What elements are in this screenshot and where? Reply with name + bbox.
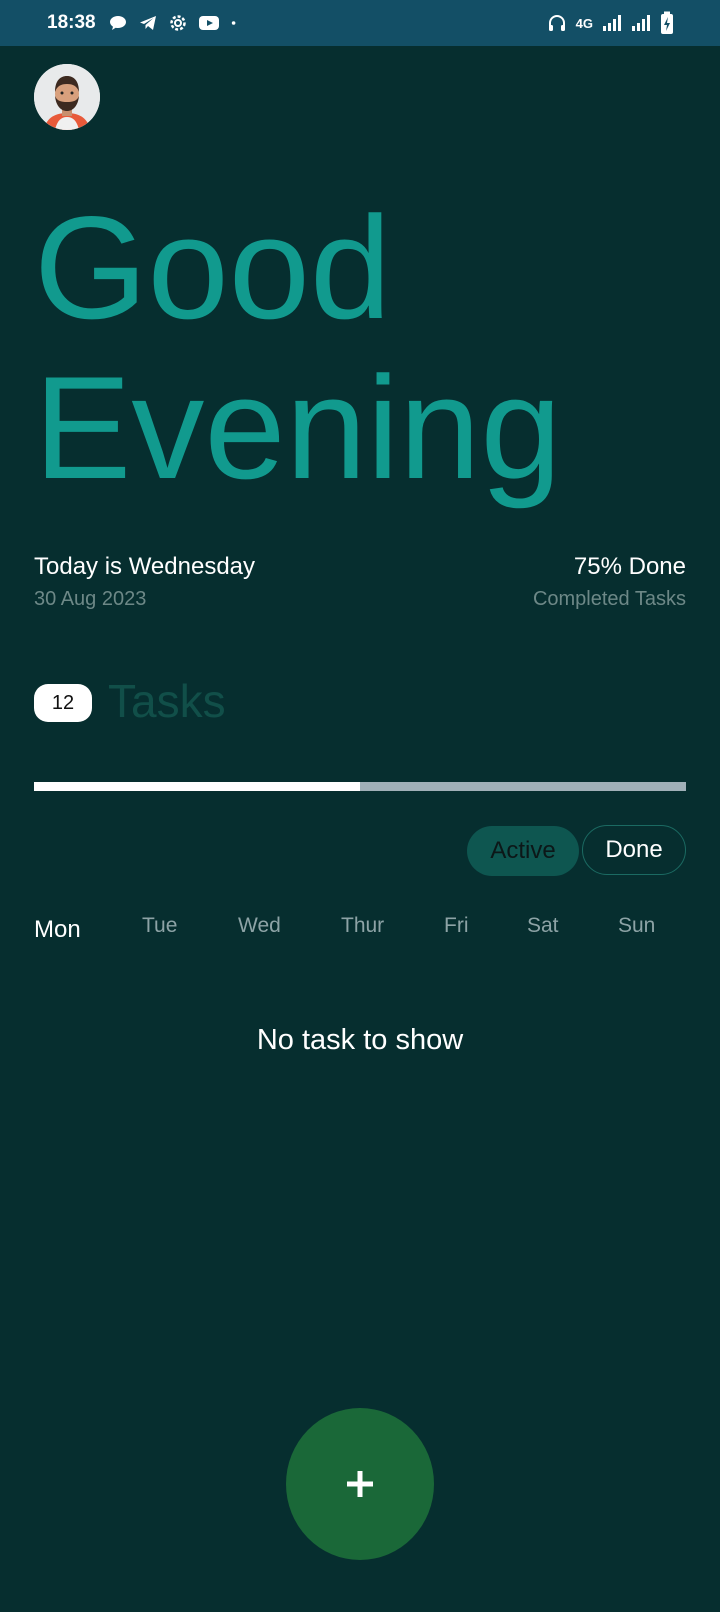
filter-done-button[interactable]: Done: [582, 825, 686, 875]
day-tab-sun[interactable]: Sun: [618, 914, 655, 938]
day-tab-thur[interactable]: Thur: [341, 914, 384, 938]
avatar[interactable]: [34, 64, 100, 130]
day-selector: Mon Tue Wed Thur Fri Sat Sun: [0, 914, 720, 944]
empty-state-message: No task to show: [256, 1024, 464, 1056]
battery-charging-icon: [661, 11, 673, 34]
day-tab-wed[interactable]: Wed: [238, 914, 281, 938]
task-count-badge: 12: [34, 684, 92, 722]
filter-active-button[interactable]: Active: [467, 826, 579, 876]
today-date: 30 Aug 2023: [34, 588, 147, 610]
day-tab-mon[interactable]: Mon: [34, 916, 81, 944]
youtube-icon: [199, 16, 219, 30]
completed-tasks-label: Completed Tasks: [532, 588, 686, 610]
headphones-icon: [548, 15, 565, 31]
avatar-illustration: [34, 64, 100, 130]
telegram-icon: [140, 16, 156, 30]
add-task-button[interactable]: [286, 1408, 434, 1560]
signal-icon: [632, 15, 650, 31]
signal-icon: [603, 15, 621, 31]
greeting-line2: Evening: [34, 346, 562, 509]
day-tab-fri[interactable]: Fri: [444, 914, 469, 938]
plus-icon: [347, 1471, 373, 1497]
progress-bar: [34, 782, 686, 791]
status-time: 18:38: [47, 12, 96, 33]
status-bar: 18:38 4G: [0, 0, 720, 46]
progress-bar-fill: [34, 782, 360, 791]
chat-bubble-icon: [110, 16, 126, 30]
done-percentage: 75% Done: [573, 553, 686, 580]
greeting-heading: Good Evening: [34, 188, 562, 508]
greeting-line1: Good: [34, 186, 392, 349]
network-type-label: 4G: [575, 15, 593, 31]
settings-gear-icon: [170, 15, 186, 31]
day-tab-tue[interactable]: Tue: [142, 914, 177, 938]
dot-icon: [231, 21, 236, 25]
today-label: Today is Wednesday: [34, 553, 256, 580]
tasks-label: Tasks: [108, 675, 226, 727]
day-tab-sat[interactable]: Sat: [527, 914, 559, 938]
